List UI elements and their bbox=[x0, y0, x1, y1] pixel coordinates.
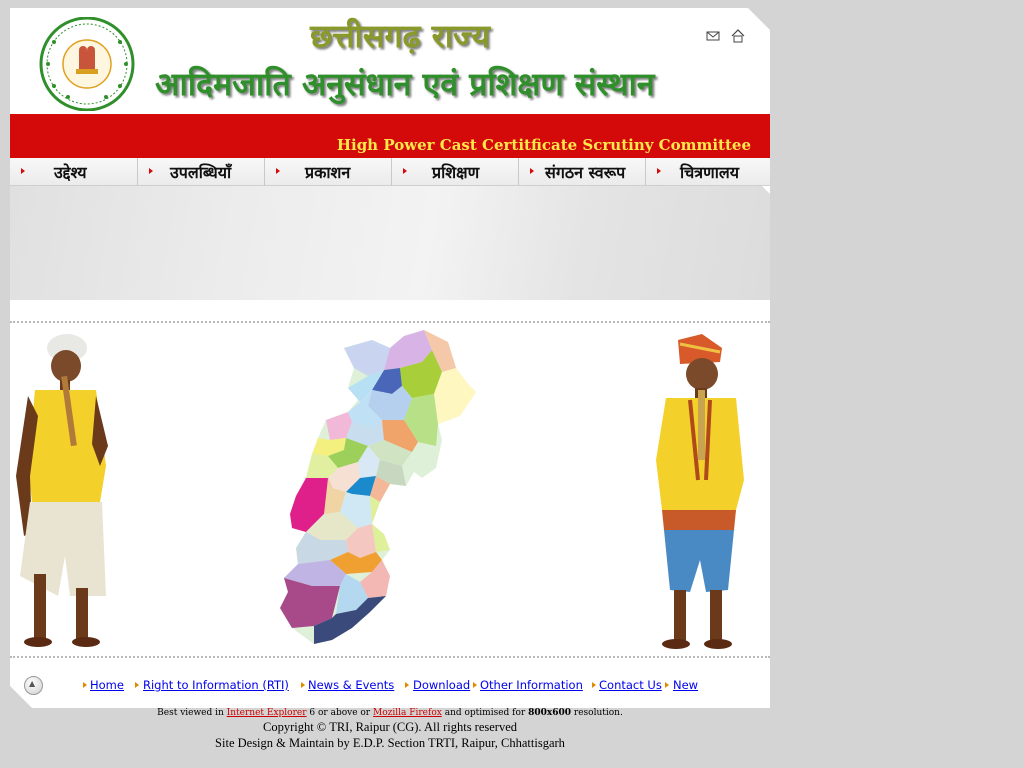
nav-item-achievements[interactable]: उपलब्धियाँ bbox=[138, 158, 265, 186]
title-banner: High Power Cast Certitficate Scrutiny Co… bbox=[10, 114, 770, 158]
maintained-by-text: Site Design & Maintain by E.D.P. Section… bbox=[215, 736, 565, 750]
browser-note: Best viewed in Internet Explorer 6 or ab… bbox=[0, 708, 780, 718]
emblem-logo bbox=[38, 16, 136, 112]
bullet-icon bbox=[21, 168, 25, 174]
nav-item-objective[interactable]: उद्देश्य bbox=[10, 158, 138, 186]
footer-link-download[interactable]: Download bbox=[413, 678, 470, 692]
footer-link-news-events[interactable]: News & Events bbox=[308, 678, 394, 692]
bullet-icon bbox=[405, 682, 409, 688]
corner-decoration bbox=[10, 686, 32, 708]
bullet-icon bbox=[530, 168, 534, 174]
corner-decoration bbox=[762, 186, 770, 194]
footer-link-contact-us[interactable]: Contact Us bbox=[599, 678, 662, 692]
map-section bbox=[10, 324, 770, 654]
bullet-icon bbox=[135, 682, 139, 688]
home-icon[interactable] bbox=[731, 28, 745, 43]
best-viewed-mid: 6 or above or bbox=[309, 708, 371, 718]
nav-label: प्रकाशन bbox=[305, 163, 351, 182]
bullet-icon bbox=[276, 168, 280, 174]
flash-banner-area bbox=[10, 186, 770, 300]
divider bbox=[10, 656, 770, 658]
nav-item-gallery[interactable]: चित्रणालय bbox=[646, 158, 770, 186]
footer-link-rti[interactable]: Right to Information (RTI) bbox=[143, 678, 289, 692]
mozilla-firefox-link[interactable]: Mozilla Firefox bbox=[373, 708, 442, 718]
best-viewed-mid2: and optimised for bbox=[444, 708, 526, 718]
footer-nav: Home Right to Information (RTI) News & E… bbox=[10, 668, 770, 708]
chhattisgarh-district-map bbox=[280, 330, 476, 644]
tribal-flute-player-left-image bbox=[16, 334, 108, 647]
bullet-icon bbox=[149, 168, 153, 174]
bullet-icon bbox=[592, 682, 596, 688]
page-container: छत्तीसगढ़ राज्य आदिमजाति अनुसंधान एवं प्… bbox=[10, 8, 770, 708]
bullet-icon bbox=[657, 168, 661, 174]
copyright-text: Copyright © TRI, Raipur (CG). All rights… bbox=[262, 720, 518, 734]
internet-explorer-link[interactable]: Internet Explorer bbox=[227, 708, 307, 718]
header: छत्तीसगढ़ राज्य आदिमजाति अनुसंधान एवं प्… bbox=[10, 8, 770, 114]
footer-link-home[interactable]: Home bbox=[90, 678, 124, 692]
bullet-icon bbox=[473, 682, 477, 688]
bullet-icon bbox=[83, 682, 87, 688]
nav-label: उपलब्धियाँ bbox=[170, 163, 232, 182]
bullet-icon bbox=[301, 682, 305, 688]
state-title: छत्तीसगढ़ राज्य bbox=[310, 17, 490, 55]
best-viewed-suffix: resolution. bbox=[573, 708, 623, 718]
bullet-icon bbox=[403, 168, 407, 174]
nav-label: प्रशिक्षण bbox=[432, 163, 480, 182]
divider bbox=[10, 321, 770, 323]
resolution-value: 800x600 bbox=[528, 708, 572, 718]
nav-label: चित्रणालय bbox=[680, 163, 739, 182]
nav-label: उद्देश्य bbox=[54, 163, 87, 182]
corner-decoration bbox=[748, 8, 770, 30]
bullet-icon bbox=[665, 682, 669, 688]
mail-icon[interactable] bbox=[706, 28, 720, 42]
main-nav: उद्देश्य उपलब्धियाँ प्रकाशन प्रशिक्षण सं… bbox=[10, 158, 770, 186]
footer-link-other-information[interactable]: Other Information bbox=[480, 678, 583, 692]
footer-link-new[interactable]: New bbox=[673, 678, 698, 692]
tribal-flute-player-right-image bbox=[656, 334, 744, 649]
nav-item-training[interactable]: प्रशिक्षण bbox=[392, 158, 519, 186]
committee-title: High Power Cast Certitficate Scrutiny Co… bbox=[336, 136, 751, 154]
best-viewed-prefix: Best viewed in bbox=[157, 708, 224, 718]
nav-item-publications[interactable]: प्रकाशन bbox=[265, 158, 392, 186]
nav-label: संगठन स्वरूप bbox=[545, 163, 626, 182]
nav-item-organisation[interactable]: संगठन स्वरूप bbox=[519, 158, 646, 186]
institute-title: आदिमजाति अनुसंधान एवं प्रशिक्षण संस्थान bbox=[155, 65, 655, 103]
